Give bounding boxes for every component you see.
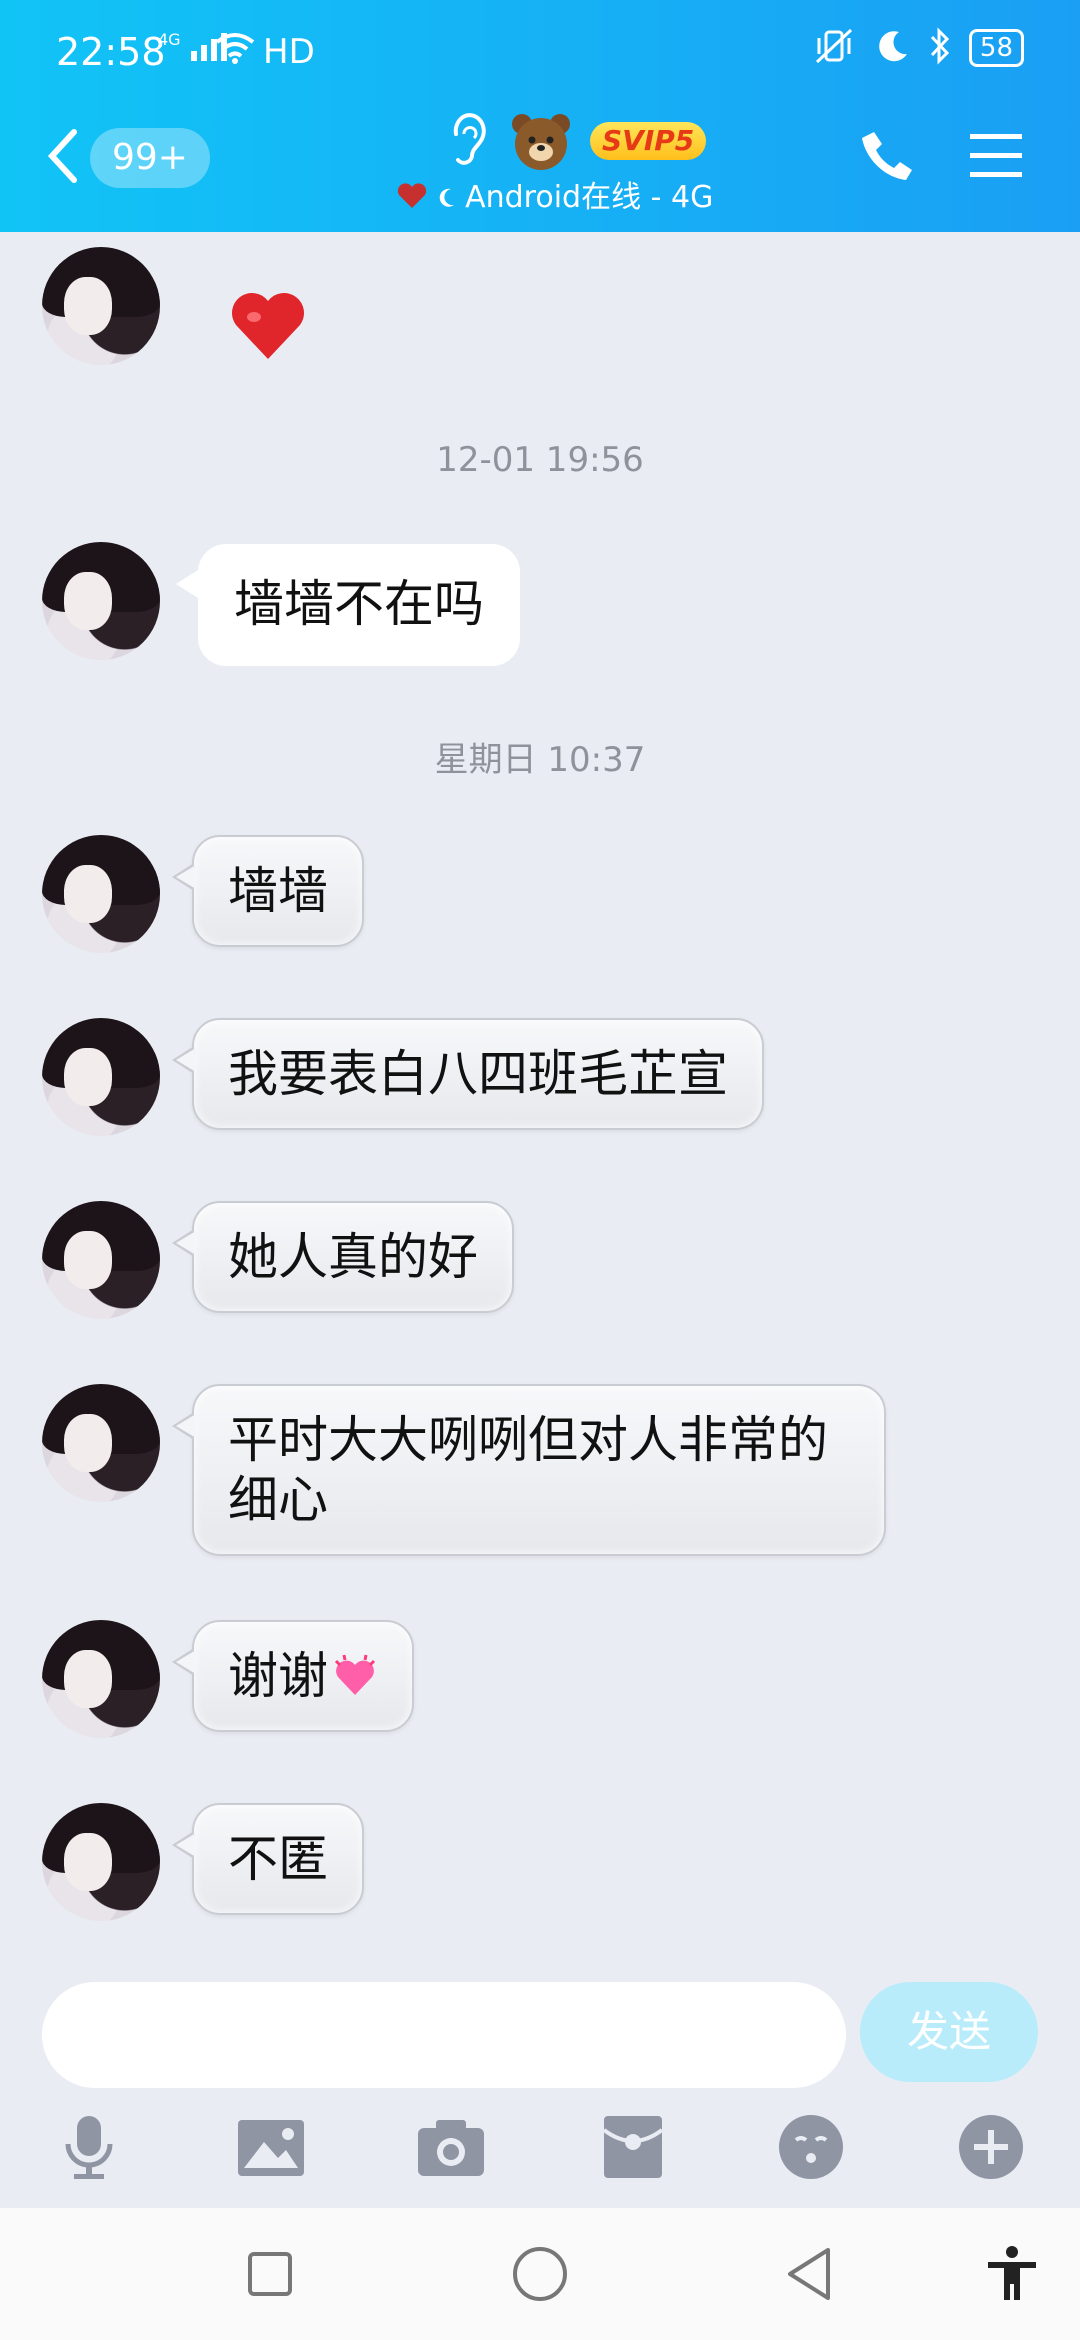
status-bar: 22:58 4G HD 58	[0, 0, 1080, 110]
microphone-icon[interactable]	[54, 2112, 124, 2182]
status-time: 22:58	[56, 30, 166, 74]
message-bubble[interactable]: 谢谢	[172, 1620, 414, 1732]
message-bubble[interactable]: 我要表白八四班毛芷宣	[172, 1018, 764, 1130]
moon-icon	[875, 28, 911, 68]
message-row: 墙墙不在吗	[0, 542, 1080, 666]
avatar[interactable]	[42, 1018, 160, 1136]
android-moon-icon	[438, 180, 466, 215]
plus-icon[interactable]	[956, 2112, 1026, 2182]
network-label: HD	[263, 32, 315, 72]
chat-header: 22:58 4G HD 58 99+ SVIP5 Android在线 - 4G	[0, 0, 1080, 232]
unread-badge[interactable]: 99+	[90, 128, 210, 188]
avatar[interactable]	[42, 542, 160, 660]
recent-apps-icon[interactable]	[240, 2244, 300, 2304]
menu-icon[interactable]	[970, 132, 1022, 180]
online-status: Android在线 - 4G	[396, 172, 713, 216]
red-heart-icon	[232, 293, 304, 359]
message-bubble[interactable]: 平时大大咧咧但对人非常的细心	[172, 1384, 886, 1556]
pink-heart-icon	[334, 1654, 376, 1695]
message-bubble[interactable]: 不匿	[172, 1803, 364, 1915]
online-status-text: Android在线 - 4G	[465, 180, 714, 215]
avatar[interactable]	[42, 1620, 160, 1738]
message-text: 谢谢	[228, 1647, 328, 1705]
avatar[interactable]	[42, 835, 160, 953]
navigation-bar	[0, 2208, 1080, 2340]
home-icon[interactable]	[510, 2244, 570, 2304]
red-envelope-icon[interactable]	[598, 2112, 668, 2182]
send-button[interactable]: 发送	[860, 1982, 1038, 2082]
ear-icon[interactable]	[448, 112, 488, 168]
bear-icon[interactable]	[510, 112, 572, 172]
avatar[interactable]	[42, 1803, 160, 1921]
back-nav-icon[interactable]	[780, 2244, 840, 2304]
bluetooth-icon	[929, 27, 951, 69]
timestamp: 12-01 19:56	[436, 440, 644, 480]
input-bar: 发送	[0, 1972, 1080, 2202]
svip-badge[interactable]: SVIP5	[590, 122, 707, 160]
chat-area[interactable]: 12-01 19:56 墙墙不在吗 星期日 10:37 墙墙 我要表白八四班毛芷…	[0, 232, 1080, 1972]
message-row	[0, 247, 1080, 367]
sticker-icon[interactable]	[776, 2112, 846, 2182]
message-bubble[interactable]: 墙墙不在吗	[176, 544, 520, 666]
back-icon[interactable]	[44, 126, 84, 186]
avatar[interactable]	[42, 247, 160, 365]
heart-status-icon	[396, 180, 438, 215]
avatar[interactable]	[42, 1201, 160, 1319]
wifi-icon	[215, 32, 255, 68]
image-icon[interactable]	[236, 2112, 306, 2182]
phone-icon[interactable]	[860, 128, 914, 182]
timestamp: 星期日 10:37	[434, 740, 646, 780]
message-input[interactable]	[42, 1982, 846, 2088]
battery-icon: 58	[968, 29, 1024, 67]
avatar[interactable]	[42, 1384, 160, 1502]
status-icons: 58	[811, 26, 1024, 70]
camera-icon[interactable]	[416, 2112, 486, 2182]
message-bubble[interactable]: 墙墙	[172, 835, 364, 947]
message-bubble[interactable]: 她人真的好	[172, 1201, 514, 1313]
accessibility-icon[interactable]	[982, 2244, 1042, 2304]
vibrate-mute-icon	[811, 26, 857, 70]
